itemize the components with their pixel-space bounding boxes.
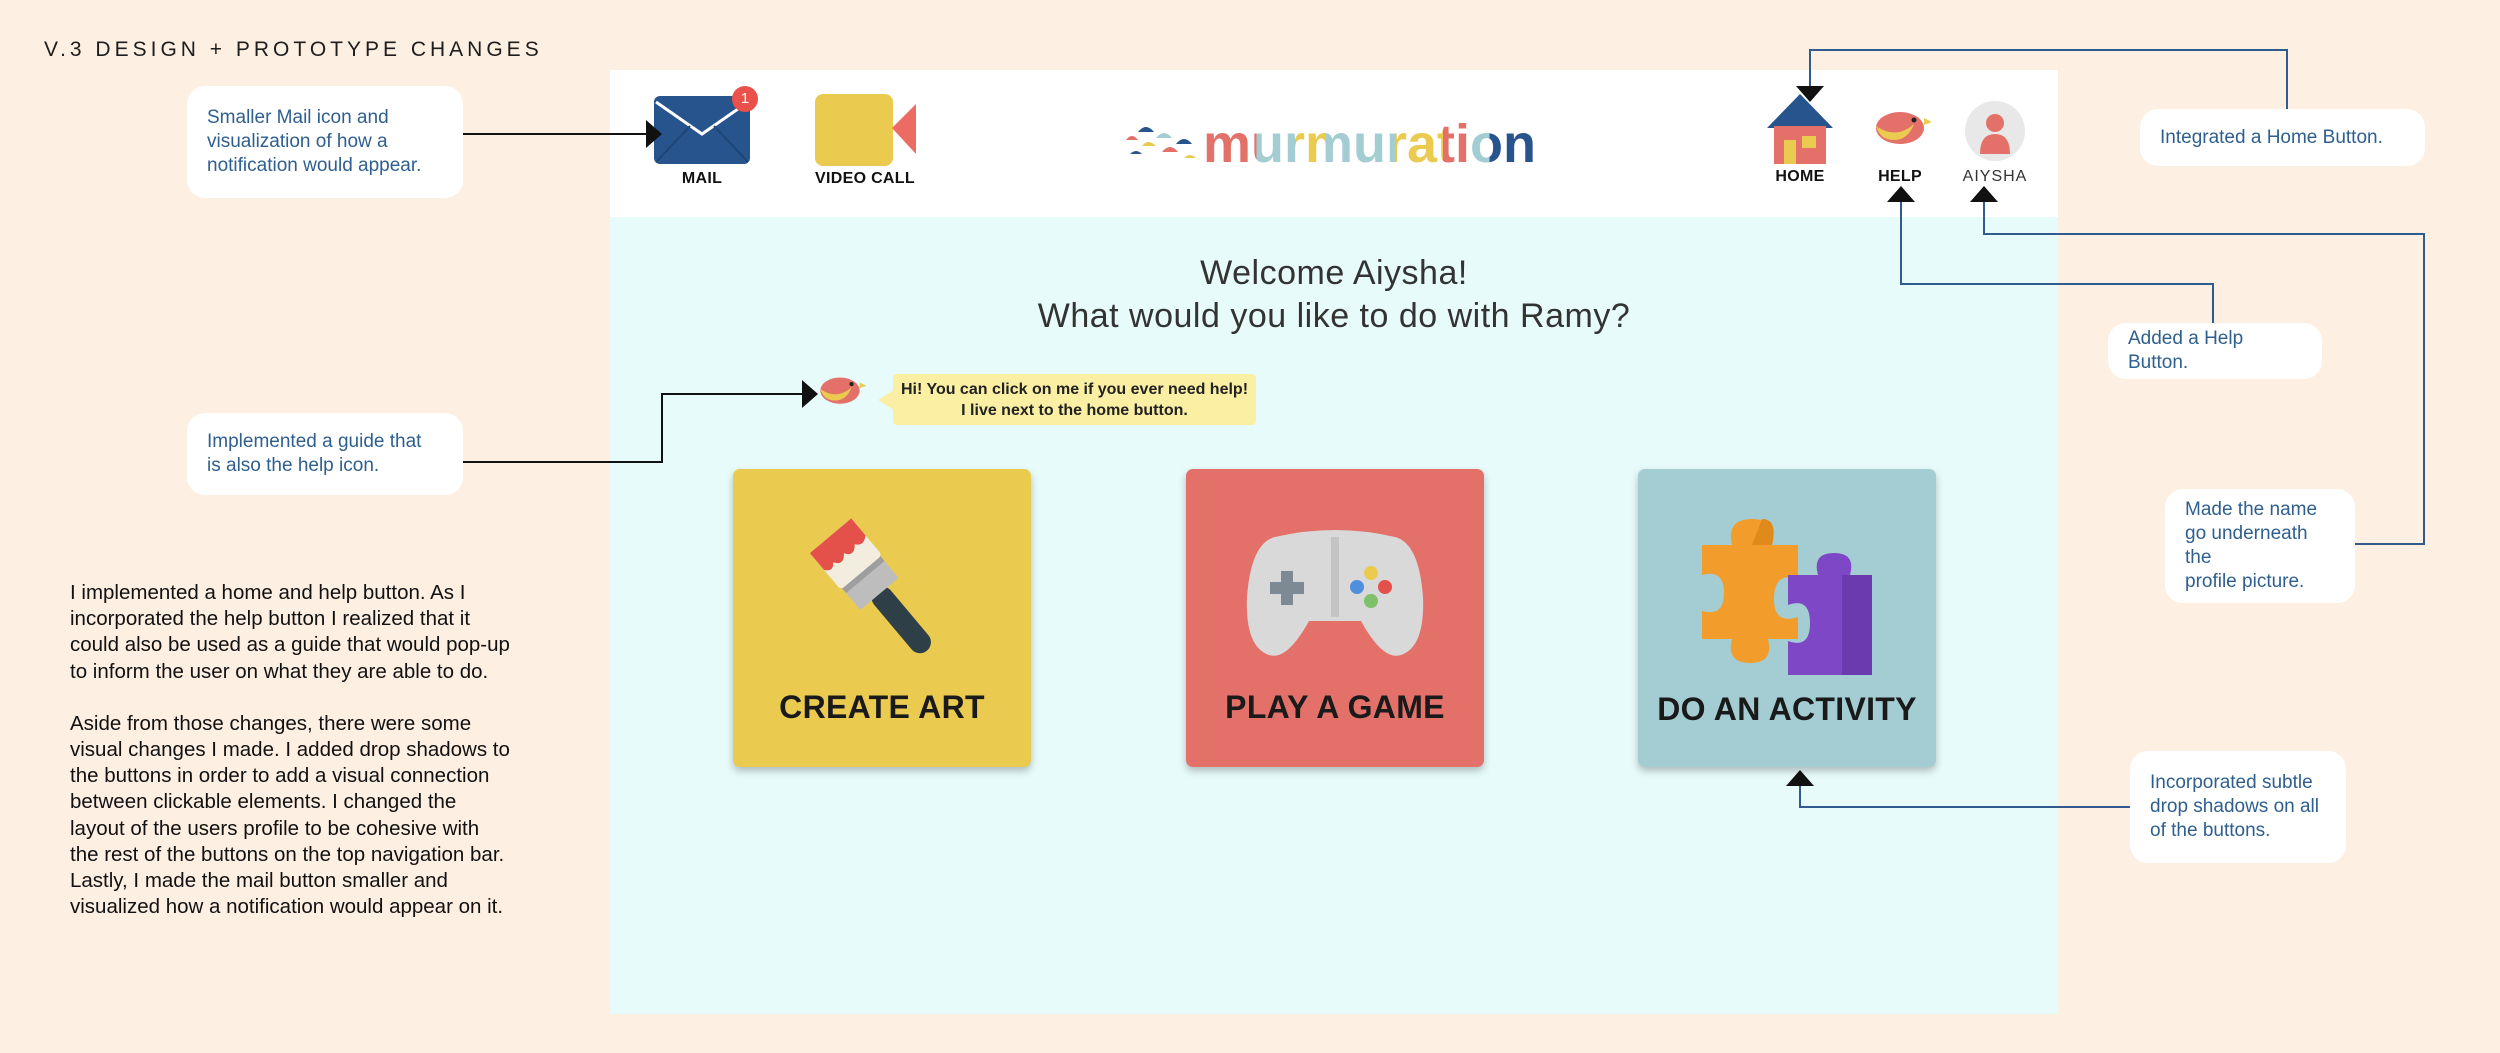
name-arrowhead [1970, 186, 1998, 202]
help-connector [1900, 194, 2214, 323]
home-connector [1809, 49, 2288, 109]
shadows-connector [1799, 780, 2130, 808]
annotation-connectors [463, 49, 2425, 808]
mail-arrowhead [646, 120, 662, 148]
guide-connector [463, 393, 808, 463]
help-arrowhead [1887, 186, 1915, 202]
shadows-arrowhead [1786, 770, 1814, 786]
name-connector [1983, 194, 2425, 545]
home-arrowhead [1796, 86, 1824, 102]
guide-arrowhead [802, 380, 818, 408]
